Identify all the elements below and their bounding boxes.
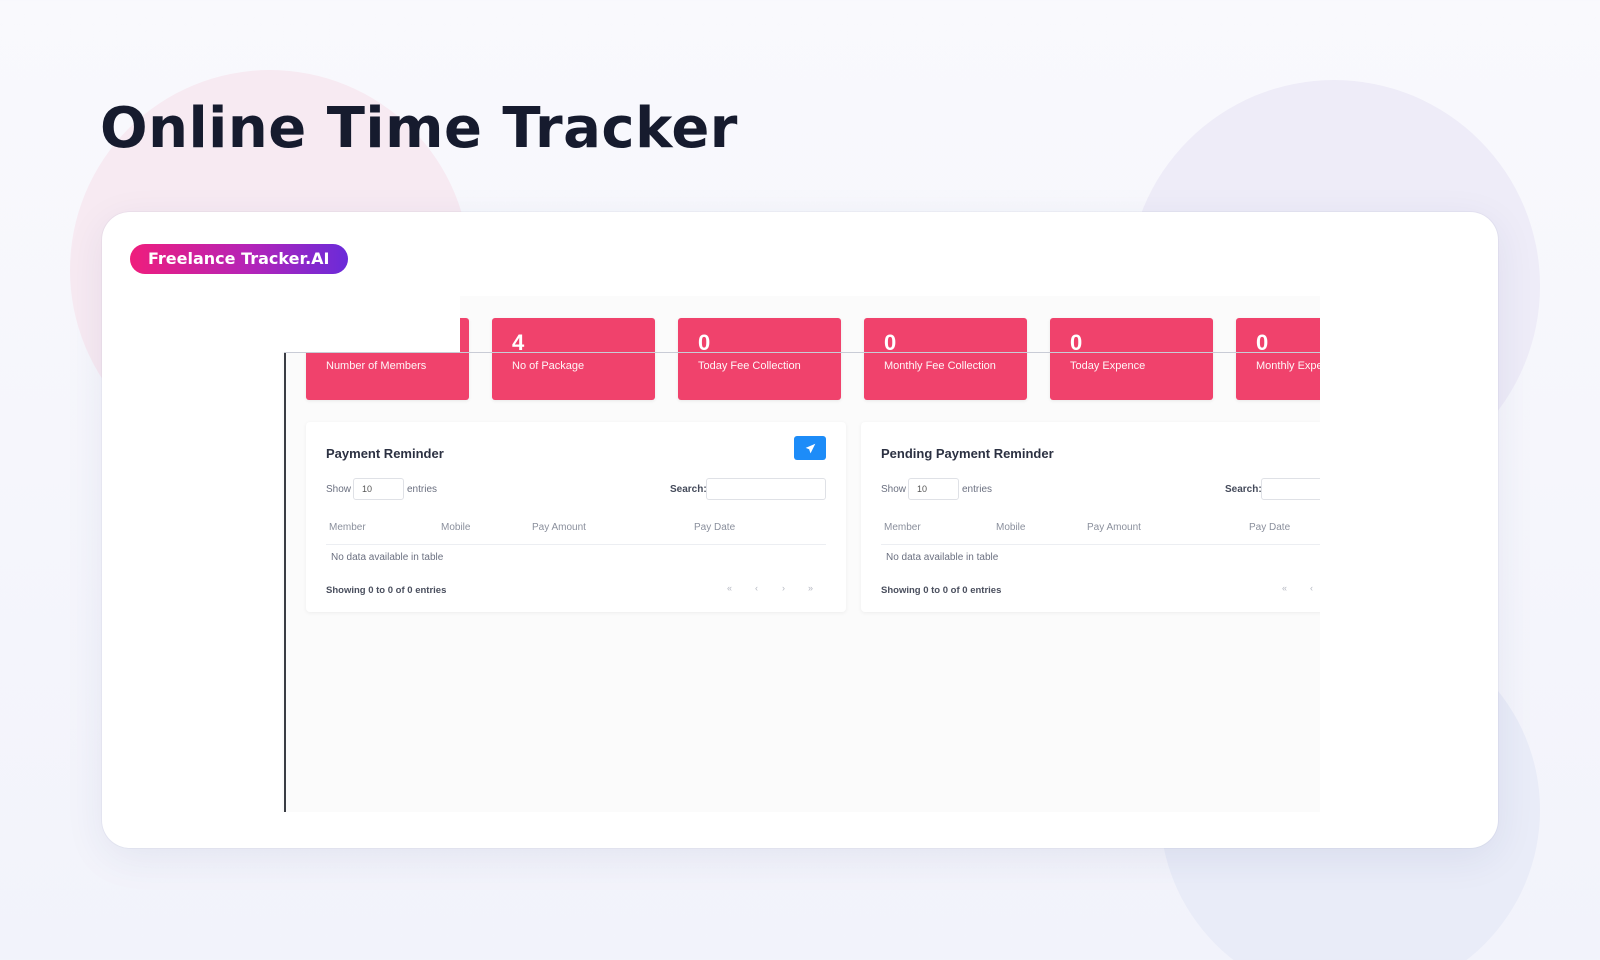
stat-label: Monthly Fee Collection bbox=[884, 360, 996, 372]
stat-card-monthly-fee[interactable]: 0 Monthly Fee Collection bbox=[864, 318, 1027, 400]
length-entries-label: entries bbox=[407, 484, 438, 495]
stat-label: Number of Members bbox=[326, 360, 427, 372]
empty-table-message: No data available in table bbox=[886, 552, 999, 563]
sidebar-edge bbox=[284, 352, 286, 812]
table-divider bbox=[326, 544, 826, 545]
paper-plane-icon bbox=[805, 443, 815, 453]
dashboard-screenshot: Number of Members 4 No of Package 0 Toda… bbox=[282, 296, 1320, 812]
column-header-pay-amount[interactable]: Pay Amount bbox=[1087, 522, 1141, 533]
entries-select[interactable]: 10 bbox=[353, 478, 404, 500]
stat-label: Today Fee Collection bbox=[698, 360, 801, 372]
first-page-button[interactable]: « bbox=[726, 583, 733, 593]
next-page-button[interactable]: › bbox=[780, 583, 787, 593]
first-page-button[interactable]: « bbox=[1281, 583, 1288, 593]
stat-label: No of Package bbox=[512, 360, 585, 372]
column-header-pay-date[interactable]: Pay Date bbox=[694, 522, 735, 533]
search-input[interactable] bbox=[706, 478, 826, 500]
column-header-mobile[interactable]: Mobile bbox=[441, 522, 470, 533]
panel-title: Pending Payment Reminder bbox=[881, 446, 1054, 461]
table-info: Showing 0 to 0 of 0 entries bbox=[326, 585, 447, 596]
entries-select[interactable]: 10 bbox=[908, 478, 959, 500]
pagination: « ‹ › » bbox=[1281, 583, 1320, 593]
page-title: Online Time Tracker bbox=[100, 96, 738, 161]
payment-reminder-panel: Payment Reminder Show 10 entries Search:… bbox=[306, 422, 846, 612]
empty-table-message: No data available in table bbox=[331, 552, 444, 563]
column-header-mobile[interactable]: Mobile bbox=[996, 522, 1025, 533]
search-input[interactable] bbox=[1261, 478, 1320, 500]
length-entries-label: entries bbox=[962, 484, 993, 495]
stat-label: Today Expence bbox=[1070, 360, 1146, 372]
preview-card: Freelance Tracker.AI Number of Members 4… bbox=[102, 212, 1498, 848]
column-header-pay-date[interactable]: Pay Date bbox=[1249, 522, 1290, 533]
header-edge bbox=[284, 352, 1320, 353]
pending-payment-reminder-panel: Pending Payment Reminder Show 10 entries… bbox=[861, 422, 1320, 612]
stat-label: Monthly Expence bbox=[1256, 360, 1320, 372]
length-show-label: Show bbox=[326, 484, 352, 495]
column-header-member[interactable]: Member bbox=[884, 522, 921, 533]
previous-page-button[interactable]: ‹ bbox=[1308, 583, 1315, 593]
screenshot-mask bbox=[282, 296, 460, 352]
pagination: « ‹ › » bbox=[726, 583, 814, 593]
column-header-pay-amount[interactable]: Pay Amount bbox=[532, 522, 586, 533]
table-info: Showing 0 to 0 of 0 entries bbox=[881, 585, 1002, 596]
send-reminder-button[interactable] bbox=[794, 436, 826, 460]
stat-card-packages[interactable]: 4 No of Package bbox=[492, 318, 655, 400]
stat-card-monthly-expence[interactable]: 0 Monthly Expence bbox=[1236, 318, 1320, 400]
panel-title: Payment Reminder bbox=[326, 446, 444, 461]
last-page-button[interactable]: » bbox=[807, 583, 814, 593]
table-divider bbox=[881, 544, 1320, 545]
search-label: Search: bbox=[1225, 484, 1262, 495]
length-show-label: Show bbox=[881, 484, 907, 495]
column-header-member[interactable]: Member bbox=[329, 522, 366, 533]
stat-card-today-fee[interactable]: 0 Today Fee Collection bbox=[678, 318, 841, 400]
previous-page-button[interactable]: ‹ bbox=[753, 583, 760, 593]
stat-card-today-expence[interactable]: 0 Today Expence bbox=[1050, 318, 1213, 400]
search-label: Search: bbox=[670, 484, 707, 495]
brand-badge: Freelance Tracker.AI bbox=[130, 244, 348, 274]
